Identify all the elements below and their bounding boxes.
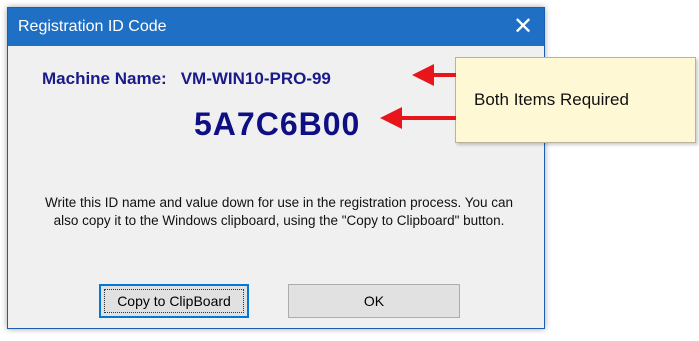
arrow-to-id-code: [380, 107, 456, 129]
red-arrow-icon: [380, 64, 456, 129]
arrow-to-machine-name: [412, 64, 456, 86]
